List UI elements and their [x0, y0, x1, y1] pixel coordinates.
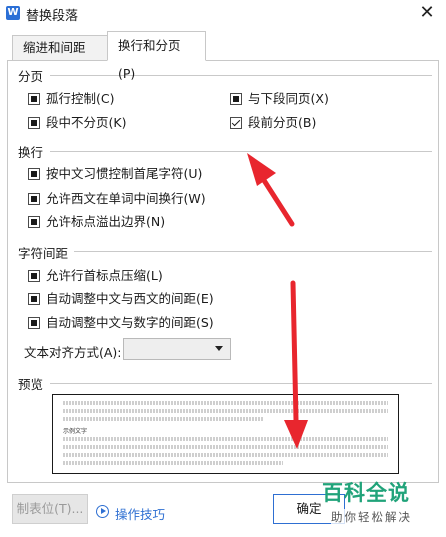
dialog-title: 替换段落 [26, 9, 79, 24]
watermark-logo: 百科全说 [322, 481, 410, 505]
option-label: 允许行首标点压缩(L) [46, 268, 163, 283]
preview-text-line [63, 453, 388, 457]
tab-stops-button[interactable]: 制表位(T)... [12, 494, 88, 524]
section-title-preview: 预览 [18, 377, 44, 392]
play-circle-icon[interactable] [96, 505, 109, 518]
section-divider [74, 251, 432, 252]
checkbox-indeterminate-icon [28, 193, 40, 205]
option-label: 段前分页(B) [248, 115, 317, 130]
checkbox-indeterminate-icon [28, 293, 40, 305]
checkbox-indeterminate-icon [230, 93, 242, 105]
option-label: 孤行控制(C) [46, 91, 115, 106]
text-alignment-select[interactable] [123, 338, 231, 360]
checkbox-keep-with-next[interactable]: 与下段同页(X) [230, 91, 329, 107]
checkbox-indeterminate-icon [28, 168, 40, 180]
section-title-pagination: 分页 [18, 69, 44, 84]
section-title-line-break: 换行 [18, 145, 44, 160]
section-divider [50, 75, 432, 76]
checkbox-indeterminate-icon [28, 270, 40, 282]
close-icon[interactable]: ✕ [416, 2, 438, 24]
preview-text-line [63, 437, 388, 441]
option-label: 允许西文在单词中间换行(W) [46, 191, 206, 206]
paragraph-dialog: W 替换段落 ✕ 缩进和间距(I) 换行和分页(P) 分页 孤行控制(C) 与下… [0, 0, 446, 537]
preview-pane: 示例文字 [52, 394, 399, 474]
text-alignment-label: 文本对齐方式(A): [24, 345, 122, 360]
checkbox-indeterminate-icon [28, 317, 40, 329]
option-label: 按中文习惯控制首尾字符(U) [46, 166, 203, 181]
preview-text-line [63, 409, 388, 413]
checkbox-indeterminate-icon [28, 93, 40, 105]
section-title-char-spacing: 字符间距 [18, 246, 69, 261]
checkbox-indeterminate-icon [28, 216, 40, 228]
option-label: 允许标点溢出边界(N) [46, 214, 166, 229]
checkbox-auto-space-cjk-latin[interactable]: 自动调整中文与西文的间距(E) [28, 291, 214, 307]
checkbox-chinese-line-control[interactable]: 按中文习惯控制首尾字符(U) [28, 166, 202, 182]
wps-app-icon: W [6, 6, 20, 20]
option-label: 段中不分页(K) [46, 115, 127, 130]
checkbox-keep-lines-together[interactable]: 段中不分页(K) [28, 115, 126, 131]
checkbox-latin-word-break[interactable]: 允许西文在单词中间换行(W) [28, 191, 206, 207]
tips-link[interactable]: 操作技巧 [115, 504, 165, 523]
checkbox-widow-control[interactable]: 孤行控制(C) [28, 91, 114, 107]
preview-text-line [63, 445, 388, 449]
preview-text-line [63, 417, 263, 421]
section-divider [50, 151, 432, 152]
checkbox-compress-leading-punctuation[interactable]: 允许行首标点压缩(L) [28, 268, 163, 284]
option-label: 与下段同页(X) [248, 91, 329, 106]
preview-sample-text: 示例文字 [63, 428, 88, 435]
preview-text-line [63, 401, 388, 405]
checkbox-page-break-before[interactable]: 段前分页(B) [230, 115, 316, 131]
tab-indent-spacing[interactable]: 缩进和间距(I) [12, 35, 108, 79]
tab-line-page-break[interactable]: 换行和分页(P) [107, 31, 206, 81]
section-divider [50, 383, 432, 384]
option-label: 自动调整中文与数字的间距(S) [46, 315, 214, 330]
option-label: 自动调整中文与西文的间距(E) [46, 291, 214, 306]
preview-text-line [63, 461, 283, 465]
checkbox-checked-icon [230, 117, 242, 129]
chevron-down-icon [215, 346, 223, 351]
watermark-slogan: 助你轻松解决 [331, 509, 412, 525]
title-bar: W 替换段落 ✕ [0, 0, 446, 26]
checkbox-punctuation-overflow[interactable]: 允许标点溢出边界(N) [28, 214, 165, 230]
checkbox-auto-space-cjk-digits[interactable]: 自动调整中文与数字的间距(S) [28, 315, 214, 331]
checkbox-indeterminate-icon [28, 117, 40, 129]
